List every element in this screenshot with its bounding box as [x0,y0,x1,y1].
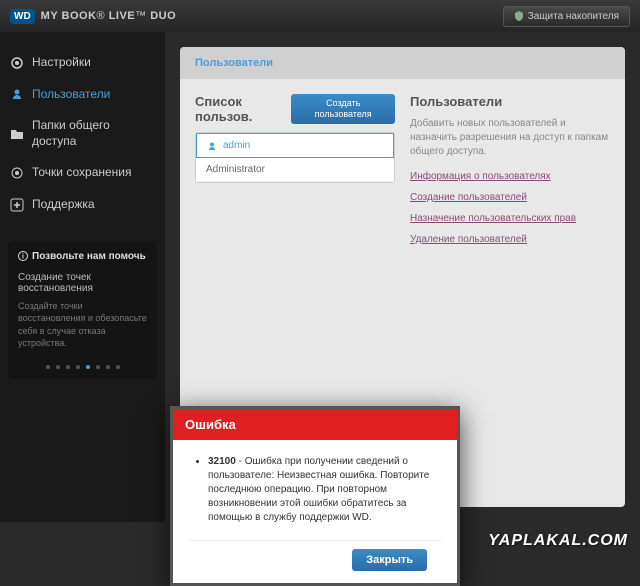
sidebar-item-safepoints[interactable]: Точки сохранения [0,157,165,189]
user-list-column: Список пользов. Создать пользователя adm… [195,94,395,255]
sidebar: Настройки Пользователи Папки общего дост… [0,32,165,522]
info-title: Пользователи [410,94,502,109]
error-dialog: Ошибка 32100 - Ошибка при получении свед… [170,406,460,586]
link-delete-users[interactable]: Удаление пользователей [410,234,610,245]
carousel-dots[interactable] [18,365,147,369]
logo-area: WD MY BOOK® LIVE™ DUO [10,9,176,24]
dialog-body: 32100 - Ошибка при получении сведений о … [173,440,457,540]
gear-icon [10,56,24,70]
user-row[interactable]: admin [196,133,394,158]
info-column: Пользователи Добавить новых пользователе… [410,94,610,255]
help-title: i Позвольте нам помочь [18,251,147,262]
svg-text:i: i [22,254,24,261]
protect-drive-button[interactable]: Защита накопителя [503,6,630,27]
target-icon [10,166,24,180]
link-assign-rights[interactable]: Назначение пользовательских прав [410,213,610,224]
folder-icon [10,127,24,141]
sidebar-item-support[interactable]: Поддержка [0,189,165,221]
brand-logo: WD [10,9,35,24]
dialog-title: Ошибка [173,409,457,440]
shield-icon [514,11,524,21]
panel-breadcrumb: Пользователи [180,47,625,79]
plus-icon [10,198,24,212]
help-subtitle: Создание точек восстановления [18,272,147,294]
sidebar-item-users[interactable]: Пользователи [0,79,165,111]
app-header: WD MY BOOK® LIVE™ DUO Защита накопителя [0,0,640,32]
sidebar-item-settings[interactable]: Настройки [0,47,165,79]
info-description: Добавить новых пользователей и назначить… [410,117,610,159]
users-icon [10,87,24,101]
user-list: admin Administrator [195,132,395,183]
product-name: MY BOOK® LIVE™ DUO [41,10,177,22]
help-description: Создайте точки восстановления и обезопас… [18,300,147,350]
info-icon: i [18,251,28,261]
user-row[interactable]: Administrator [196,158,394,182]
help-widget: i Позвольте нам помочь Создание точек во… [8,241,157,379]
link-user-info[interactable]: Информация о пользователях [410,171,610,182]
user-list-title: Список пользов. [195,94,291,124]
watermark: YAPLAKAL.COM [488,532,628,550]
user-icon [207,141,217,151]
sidebar-item-shares[interactable]: Папки общего доступа [0,110,165,157]
link-create-users[interactable]: Создание пользователей [410,192,610,203]
create-user-button[interactable]: Создать пользователя [291,94,395,124]
